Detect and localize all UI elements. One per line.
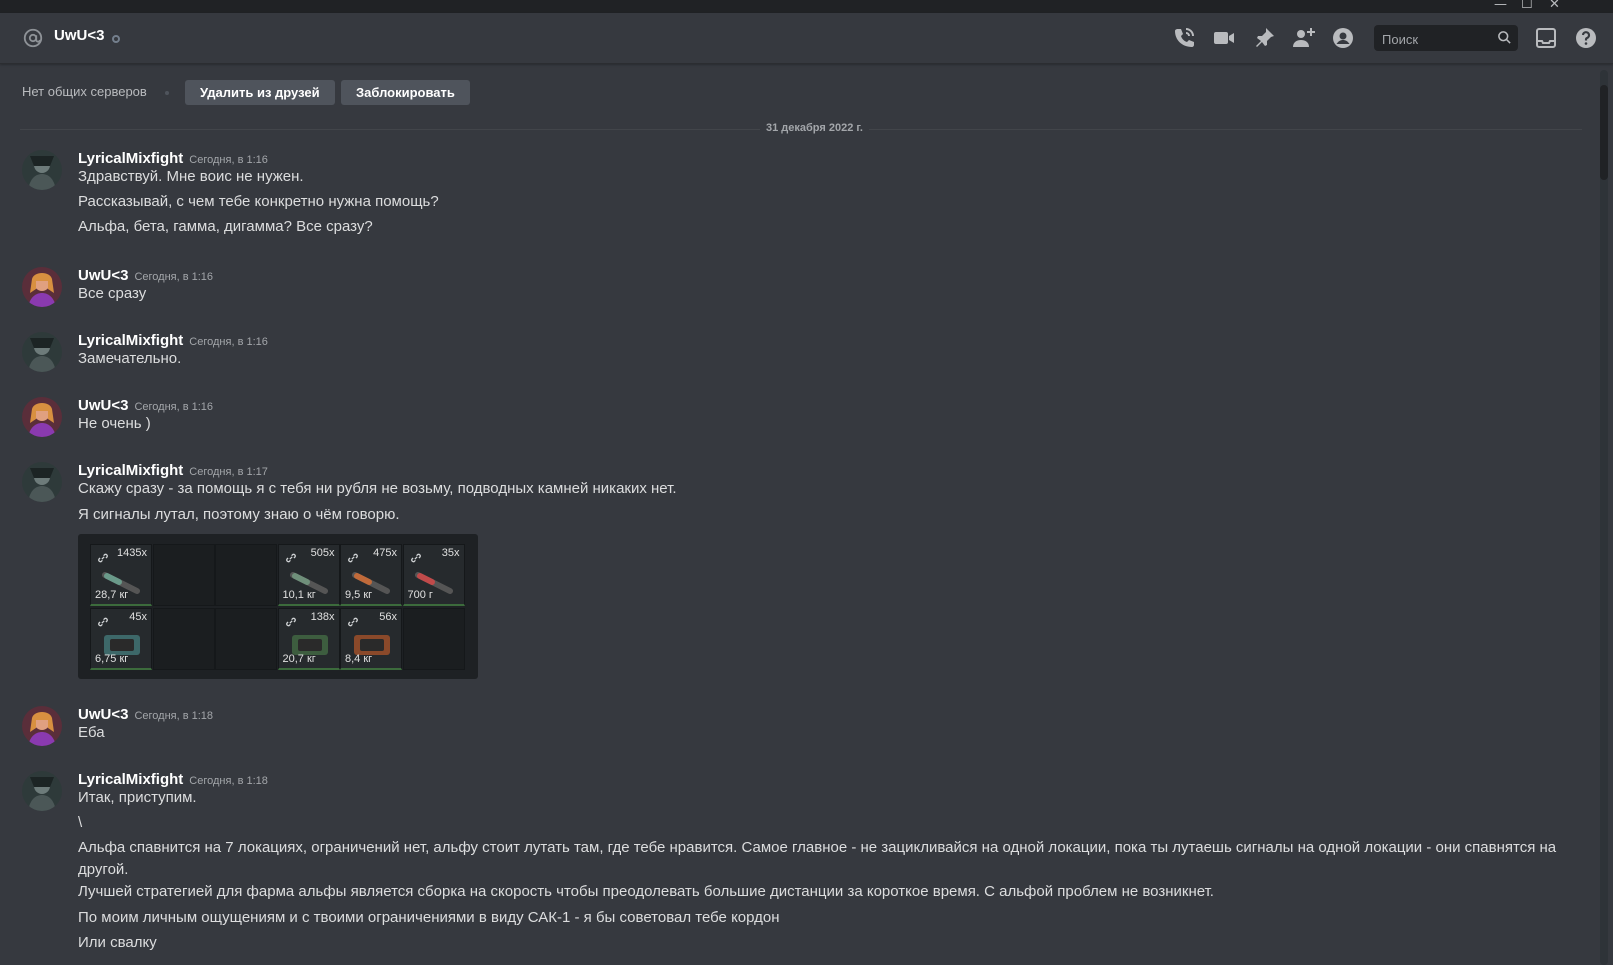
message-author[interactable]: LyricalMixfight Сегодня, в 1:18 xyxy=(78,771,268,788)
inventory-slot-empty xyxy=(152,544,215,606)
remove-friend-button[interactable]: Удалить из друзей xyxy=(185,80,335,105)
link-icon xyxy=(98,553,108,563)
inventory-slot: 138x 20,7 кг xyxy=(277,608,340,670)
inventory-slot: 45x 6,75 кг xyxy=(90,608,152,670)
message-timestamp: Сегодня, в 1:16 xyxy=(189,154,268,166)
search-input[interactable] xyxy=(1380,28,1494,50)
message-text: Здравствуй. Мне воис не нужен. xyxy=(78,168,304,185)
inventory-slot-empty xyxy=(152,608,215,670)
inventory-slot-empty xyxy=(402,608,465,670)
message-text: По моим личным ощущениям и с твоими огра… xyxy=(78,909,780,926)
help-icon[interactable] xyxy=(1574,26,1598,50)
separator-dot xyxy=(165,91,169,95)
avatar[interactable] xyxy=(22,267,62,307)
add-friend-icon[interactable] xyxy=(1292,26,1316,50)
message-text: Итак, приступим. xyxy=(78,789,197,806)
item-weight: 6,75 кг xyxy=(95,653,129,665)
avatar[interactable] xyxy=(22,771,62,811)
inventory-slot-empty xyxy=(215,608,277,670)
avatar[interactable] xyxy=(22,462,62,502)
mutual-servers-label: Нет общих серверов xyxy=(22,84,147,99)
message-timestamp: Сегодня, в 1:18 xyxy=(189,775,268,787)
pin-icon[interactable] xyxy=(1252,26,1276,50)
message-text: Я сигналы лутал, поэтому знаю о чём гово… xyxy=(78,506,400,523)
item-weight: 20,7 кг xyxy=(282,653,316,665)
message-timestamp: Сегодня, в 1:16 xyxy=(134,401,214,413)
message-timestamp: Сегодня, в 1:17 xyxy=(189,466,268,478)
message-author[interactable]: LyricalMixfight Сегодня, в 1:16 xyxy=(78,332,268,349)
message-author[interactable]: UwU<3 Сегодня, в 1:16 xyxy=(78,397,213,414)
link-icon xyxy=(348,553,358,563)
avatar[interactable] xyxy=(22,150,62,190)
message-text: \ xyxy=(78,814,83,831)
item-count: 475x xyxy=(373,547,397,559)
search-box[interactable] xyxy=(1374,25,1518,51)
message-text: Замечательно. xyxy=(78,350,182,367)
item-weight: 8,4 кг xyxy=(345,653,373,665)
at-icon xyxy=(23,28,43,48)
message-text: Не очень ) xyxy=(78,415,151,432)
avatar[interactable] xyxy=(22,706,62,746)
inventory-slot: 475x 9,5 кг xyxy=(340,544,402,606)
item-count: 35x xyxy=(441,547,460,559)
inbox-icon[interactable] xyxy=(1534,26,1558,50)
video-icon[interactable] xyxy=(1212,26,1236,50)
scrollbar[interactable] xyxy=(1600,70,1608,965)
avatar[interactable] xyxy=(22,397,62,437)
message-text: Лучшей стратегией для фарма альфы являет… xyxy=(78,883,1214,900)
maximize-button[interactable]: ☐ xyxy=(1521,0,1533,13)
item-count: 1435x xyxy=(117,547,147,559)
avatar[interactable] xyxy=(22,332,62,372)
message-author[interactable]: LyricalMixfight Сегодня, в 1:16 xyxy=(78,150,268,167)
item-count: 45x xyxy=(129,611,147,623)
date-divider: 31 декабря 2022 г. xyxy=(760,122,869,134)
message-text: Рассказывай, с чем тебе конкретно нужна … xyxy=(78,193,439,210)
image-attachment[interactable]: 1435x 28,7 кг 505x 10,1 кг 475x 9,5 кг 35x 700 … xyxy=(78,534,478,679)
link-icon xyxy=(285,617,296,627)
item-count: 56x xyxy=(379,611,397,623)
channel-name: UwU<3 xyxy=(54,27,105,44)
message-author[interactable]: UwU<3 Сегодня, в 1:18 xyxy=(78,706,213,723)
inventory-slot-empty xyxy=(215,544,277,606)
inventory-slot: 56x 8,4 кг xyxy=(340,608,402,670)
item-weight: 28,7 кг xyxy=(95,589,129,601)
link-icon xyxy=(285,553,296,563)
search-icon xyxy=(1498,31,1511,44)
inventory-slot: 1435x 28,7 кг xyxy=(90,544,152,606)
message-text: Альфа спавнится на 7 локациях, ограничен… xyxy=(78,839,1557,878)
item-weight: 9,5 кг xyxy=(345,589,373,601)
message-text: Альфа, бета, гамма, дигамма? Все сразу? xyxy=(78,218,373,235)
message-text: Все сразу xyxy=(78,285,147,302)
offline-status-icon xyxy=(112,35,120,43)
item-weight: 700 г xyxy=(407,589,433,601)
link-icon xyxy=(348,617,358,627)
message-text: Скажу сразу - за помощь я с тебя ни рубл… xyxy=(78,480,677,497)
message-timestamp: Сегодня, в 1:16 xyxy=(189,336,268,348)
item-count: 138x xyxy=(310,611,335,623)
scrollbar-thumb[interactable] xyxy=(1600,85,1608,180)
profile-icon[interactable] xyxy=(1331,26,1355,50)
channel-header: UwU<3 xyxy=(0,13,1613,64)
call-icon[interactable] xyxy=(1172,26,1196,50)
item-weight: 10,1 кг xyxy=(282,589,316,601)
message-author[interactable]: UwU<3 Сегодня, в 1:16 xyxy=(78,267,213,284)
inventory-slot: 35x 700 г xyxy=(402,544,465,606)
minimize-button[interactable]: — xyxy=(1494,0,1507,13)
close-window-button[interactable]: ✕ xyxy=(1549,0,1560,13)
message-text: Еба xyxy=(78,724,105,741)
message-timestamp: Сегодня, в 1:16 xyxy=(134,271,214,283)
message-timestamp: Сегодня, в 1:18 xyxy=(134,710,214,722)
link-icon xyxy=(98,617,108,627)
block-button[interactable]: Заблокировать xyxy=(341,80,470,105)
item-count: 505x xyxy=(310,547,335,559)
inventory-slot: 505x 10,1 кг xyxy=(277,544,340,606)
link-icon xyxy=(410,553,421,563)
message-author[interactable]: LyricalMixfight Сегодня, в 1:17 xyxy=(78,462,268,479)
message-text: Или свалку xyxy=(78,934,157,951)
window-titlebar: — ☐ ✕ xyxy=(0,0,1613,13)
